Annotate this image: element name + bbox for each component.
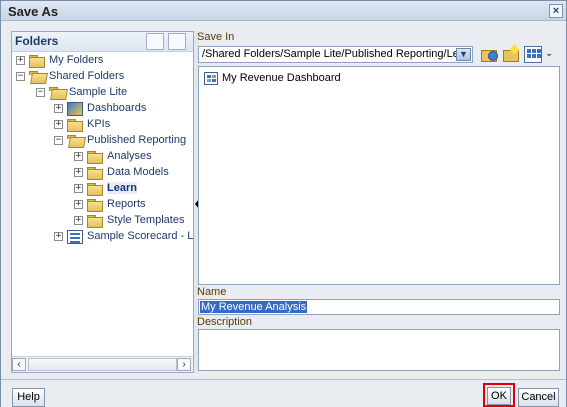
tree-item-my-folders[interactable]: + My Folders — [16, 53, 186, 69]
expand-icon[interactable]: + — [54, 232, 63, 241]
tree-item-label: Data Models — [107, 166, 169, 178]
expand-icon[interactable]: + — [54, 120, 63, 129]
folder-icon — [87, 183, 103, 196]
description-field[interactable] — [198, 329, 560, 371]
expand-icon[interactable]: + — [74, 216, 83, 225]
save-in-label: Save In — [197, 31, 235, 43]
favorites-folder-icon[interactable] — [168, 33, 186, 50]
folder-icon — [87, 199, 103, 212]
collapse-icon[interactable]: − — [54, 136, 63, 145]
save-in-path-value: /Shared Folders/Sample Lite/Published Re… — [202, 48, 465, 60]
name-field-value: My Revenue Analysis — [200, 301, 308, 313]
save-in-path-select[interactable]: /Shared Folders/Sample Lite/Published Re… — [198, 46, 473, 63]
ok-button[interactable]: OK — [487, 387, 511, 405]
folder-contents-list[interactable]: My Revenue Dashboard — [198, 66, 560, 285]
dialog-title-bar: Save As × — [1, 1, 566, 21]
tree-item-label: Sample Scorecard - Lit — [87, 230, 199, 242]
folder-icon — [87, 151, 103, 164]
tree-item-label: My Folders — [49, 54, 104, 66]
dashboard-folder-icon — [67, 102, 83, 116]
up-folder-icon[interactable] — [480, 46, 498, 63]
expand-icon[interactable]: + — [74, 168, 83, 177]
tree-item-published-reporting[interactable]: − Published Reporting — [54, 133, 186, 149]
tree-item-label: Sample Lite — [69, 86, 128, 98]
folders-title: Folders — [15, 34, 59, 48]
folder-icon — [87, 215, 103, 228]
expand-icon[interactable]: + — [74, 184, 83, 193]
scroll-left-button[interactable]: ‹ — [12, 358, 26, 371]
tree-item-label: Dashboards — [87, 102, 147, 114]
folder-icon — [29, 55, 45, 68]
expand-icon[interactable]: + — [16, 56, 25, 65]
scroll-thumb[interactable] — [28, 358, 177, 371]
save-as-dialog: Save As × Folders + My Folders − Shared … — [0, 0, 567, 407]
folders-header: Folders — [12, 32, 193, 52]
expand-icon[interactable]: + — [54, 104, 63, 113]
folder-tree-icon[interactable] — [146, 33, 164, 50]
tree-item-kpis[interactable]: + KPIs — [54, 117, 186, 133]
scorecard-icon — [67, 230, 83, 244]
tree-item-learn[interactable]: + Learn — [74, 181, 186, 197]
open-folder-icon — [29, 71, 45, 83]
view-options-dropdown-icon[interactable]: ⌄ — [545, 48, 553, 59]
open-folder-icon — [49, 87, 65, 99]
open-folder-icon — [67, 135, 83, 147]
name-label: Name — [197, 286, 227, 298]
tree-item-style-templates[interactable]: + Style Templates — [74, 213, 186, 229]
tree-item-sample-lite[interactable]: − Sample Lite — [36, 85, 186, 101]
folders-horizontal-scrollbar[interactable]: ‹ › — [12, 356, 193, 372]
name-field[interactable]: My Revenue Analysis — [198, 299, 560, 315]
tree-item-dashboards[interactable]: + Dashboards — [54, 101, 186, 117]
cancel-button[interactable]: Cancel — [518, 388, 559, 407]
folder-icon — [67, 119, 83, 132]
tree-item-sample-scorecard[interactable]: + Sample Scorecard - Lit — [54, 229, 199, 245]
help-button[interactable]: Help — [12, 388, 45, 407]
dashboard-icon — [204, 72, 218, 85]
tree-item-label-selected: Learn — [107, 182, 137, 194]
view-options-icon[interactable] — [524, 46, 542, 63]
tree-item-label: Analyses — [107, 150, 152, 162]
dialog-footer — [1, 379, 566, 407]
tree-item-label: Style Templates — [107, 214, 185, 226]
tree-item-label: KPIs — [87, 118, 111, 130]
tree-item-label: Published Reporting — [87, 134, 187, 146]
description-label: Description — [197, 316, 253, 328]
list-item-label: My Revenue Dashboard — [222, 72, 341, 84]
collapse-icon[interactable]: − — [36, 88, 45, 97]
tree-item-label: Reports — [107, 198, 146, 210]
folder-icon — [87, 167, 103, 180]
tree-item-analyses[interactable]: + Analyses — [74, 149, 186, 165]
collapse-icon[interactable]: − — [16, 72, 25, 81]
expand-icon[interactable]: + — [74, 152, 83, 161]
chevron-down-icon[interactable]: ▼ — [456, 48, 471, 61]
new-folder-icon[interactable] — [502, 46, 520, 63]
dialog-title: Save As — [8, 4, 59, 19]
tree-item-data-models[interactable]: + Data Models — [74, 165, 186, 181]
scroll-right-button[interactable]: › — [177, 358, 191, 371]
tree-item-label: Shared Folders — [49, 70, 125, 82]
tree-item-shared-folders[interactable]: − Shared Folders — [16, 69, 186, 85]
folders-pane: Folders + My Folders − Shared Folders − … — [11, 31, 199, 373]
expand-icon[interactable]: + — [74, 200, 83, 209]
tree-item-reports[interactable]: + Reports — [74, 197, 186, 213]
close-button[interactable]: × — [549, 4, 563, 18]
